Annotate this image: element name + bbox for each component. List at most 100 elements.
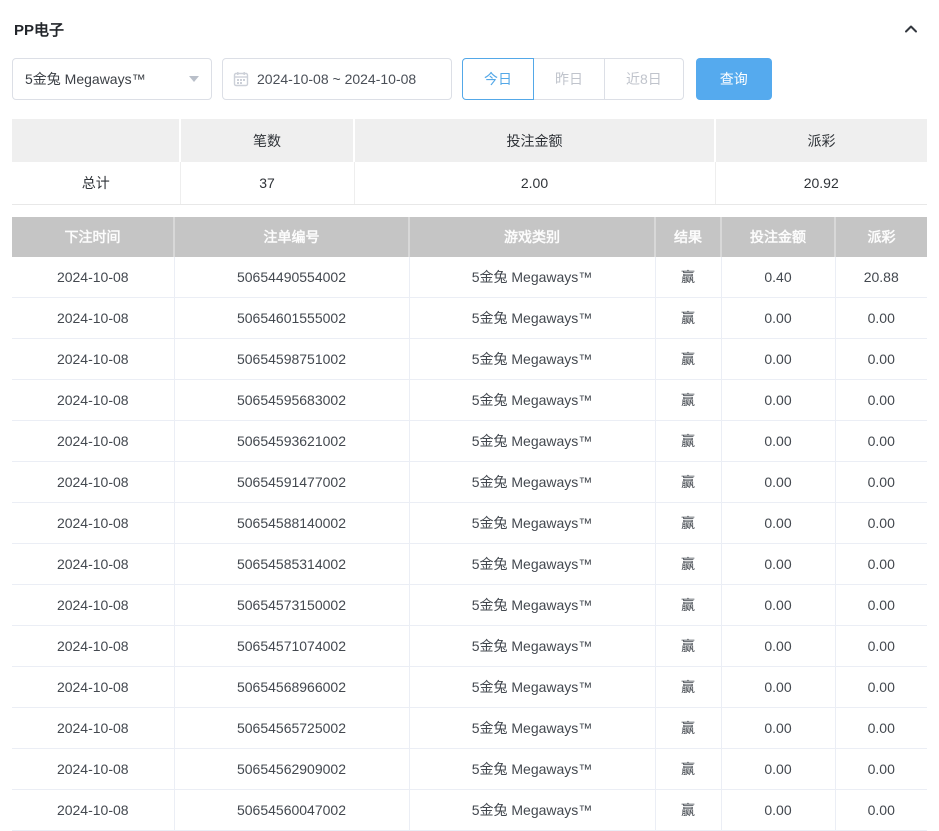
summary-header-count: 笔数 <box>180 119 354 162</box>
filter-controls: 5金兔 Megaways™ 2024-10-08 ~ 2024-10-08 今日… <box>12 58 927 100</box>
summary-header-bet-amount: 投注金额 <box>354 119 715 162</box>
game-category-cell: 5金兔 Megaways™ <box>409 790 655 831</box>
game-select-value: 5金兔 Megaways™ <box>25 69 146 89</box>
summary-header-payout: 派彩 <box>715 119 927 162</box>
bet-amount-cell: 0.00 <box>721 626 835 667</box>
bet-time-cell: 2024-10-08 <box>12 790 174 831</box>
bet-id-cell: 50654593621002 <box>174 421 409 462</box>
result-cell: 赢 <box>655 708 721 749</box>
bet-amount-cell: 0.00 <box>721 298 835 339</box>
bet-time-cell: 2024-10-08 <box>12 544 174 585</box>
bet-amount-cell: 0.00 <box>721 380 835 421</box>
result-cell: 赢 <box>655 544 721 585</box>
result-cell: 赢 <box>655 626 721 667</box>
game-category-cell: 5金兔 Megaways™ <box>409 544 655 585</box>
bet-id-cell: 50654565725002 <box>174 708 409 749</box>
table-row: 2024-10-08506545657250025金兔 Megaways™赢0.… <box>12 708 927 749</box>
bet-id-cell: 50654560047002 <box>174 790 409 831</box>
records-header-payout: 派彩 <box>835 217 927 257</box>
table-row: 2024-10-08506545987510025金兔 Megaways™赢0.… <box>12 339 927 380</box>
game-category-cell: 5金兔 Megaways™ <box>409 380 655 421</box>
summary-table: 笔数 投注金额 派彩 总计 37 2.00 20.92 <box>12 119 927 205</box>
records-table-body: 2024-10-08506544905540025金兔 Megaways™赢0.… <box>12 257 927 831</box>
payout-cell: 0.00 <box>835 339 927 380</box>
collapse-panel-button[interactable] <box>897 17 925 41</box>
bet-time-cell: 2024-10-08 <box>12 462 174 503</box>
summary-total-row: 总计 37 2.00 20.92 <box>12 162 927 205</box>
bet-amount-cell: 0.00 <box>721 462 835 503</box>
bet-amount-cell: 0.00 <box>721 667 835 708</box>
bet-time-cell: 2024-10-08 <box>12 667 174 708</box>
game-category-cell: 5金兔 Megaways™ <box>409 585 655 626</box>
bet-time-cell: 2024-10-08 <box>12 421 174 462</box>
bet-time-cell: 2024-10-08 <box>12 380 174 421</box>
bet-id-cell: 50654591477002 <box>174 462 409 503</box>
date-range-value: 2024-10-08 ~ 2024-10-08 <box>257 71 416 87</box>
betting-records-panel: PP电子 5金兔 Megaways™ 2024 <box>0 0 939 831</box>
result-cell: 赢 <box>655 790 721 831</box>
bet-amount-cell: 0.00 <box>721 708 835 749</box>
payout-cell: 20.88 <box>835 257 927 298</box>
payout-cell: 0.00 <box>835 790 927 831</box>
result-cell: 赢 <box>655 380 721 421</box>
game-category-cell: 5金兔 Megaways™ <box>409 257 655 298</box>
records-header-result: 结果 <box>655 217 721 257</box>
game-category-cell: 5金兔 Megaways™ <box>409 667 655 708</box>
result-cell: 赢 <box>655 298 721 339</box>
table-row: 2024-10-08506545629090025金兔 Megaways™赢0.… <box>12 749 927 790</box>
bet-time-cell: 2024-10-08 <box>12 257 174 298</box>
records-header-game-category: 游戏类别 <box>409 217 655 257</box>
payout-cell: 0.00 <box>835 298 927 339</box>
table-row: 2024-10-08506545600470025金兔 Megaways™赢0.… <box>12 790 927 831</box>
bet-amount-cell: 0.00 <box>721 421 835 462</box>
bet-amount-cell: 0.00 <box>721 790 835 831</box>
bet-amount-cell: 0.00 <box>721 585 835 626</box>
bet-id-cell: 50654588140002 <box>174 503 409 544</box>
table-row: 2024-10-08506545731500025金兔 Megaways™赢0.… <box>12 585 927 626</box>
game-category-cell: 5金兔 Megaways™ <box>409 749 655 790</box>
summary-total-count: 37 <box>180 162 354 205</box>
yesterday-button[interactable]: 昨日 <box>533 58 605 100</box>
records-table: 下注时间 注单编号 游戏类别 结果 投注金额 派彩 2024-10-085065… <box>12 217 927 831</box>
result-cell: 赢 <box>655 585 721 626</box>
result-cell: 赢 <box>655 667 721 708</box>
result-cell: 赢 <box>655 749 721 790</box>
search-button[interactable]: 查询 <box>696 58 772 100</box>
table-row: 2024-10-08506545710740025金兔 Megaways™赢0.… <box>12 626 927 667</box>
payout-cell: 0.00 <box>835 462 927 503</box>
today-button[interactable]: 今日 <box>462 58 534 100</box>
table-row: 2024-10-08506545914770025金兔 Megaways™赢0.… <box>12 462 927 503</box>
date-range-input[interactable]: 2024-10-08 ~ 2024-10-08 <box>222 58 452 100</box>
bet-id-cell: 50654571074002 <box>174 626 409 667</box>
table-row: 2024-10-08506545956830025金兔 Megaways™赢0.… <box>12 380 927 421</box>
result-cell: 赢 <box>655 462 721 503</box>
payout-cell: 0.00 <box>835 380 927 421</box>
quick-date-button-group: 今日 昨日 近8日 <box>462 58 684 100</box>
table-row: 2024-10-08506545853140025金兔 Megaways™赢0.… <box>12 544 927 585</box>
bet-id-cell: 50654568966002 <box>174 667 409 708</box>
bet-time-cell: 2024-10-08 <box>12 298 174 339</box>
summary-total-label: 总计 <box>12 162 180 205</box>
bet-amount-cell: 0.40 <box>721 257 835 298</box>
summary-total-payout: 20.92 <box>715 162 927 205</box>
bet-id-cell: 50654601555002 <box>174 298 409 339</box>
bet-id-cell: 50654598751002 <box>174 339 409 380</box>
calendar-icon <box>233 71 249 87</box>
result-cell: 赢 <box>655 503 721 544</box>
game-category-cell: 5金兔 Megaways™ <box>409 462 655 503</box>
game-select[interactable]: 5金兔 Megaways™ <box>12 58 212 100</box>
table-row: 2024-10-08506545689660025金兔 Megaways™赢0.… <box>12 667 927 708</box>
chevron-up-icon <box>903 21 919 37</box>
bet-amount-cell: 0.00 <box>721 544 835 585</box>
game-category-cell: 5金兔 Megaways™ <box>409 298 655 339</box>
bet-time-cell: 2024-10-08 <box>12 585 174 626</box>
table-row: 2024-10-08506544905540025金兔 Megaways™赢0.… <box>12 257 927 298</box>
bet-time-cell: 2024-10-08 <box>12 749 174 790</box>
bet-amount-cell: 0.00 <box>721 503 835 544</box>
game-category-cell: 5金兔 Megaways™ <box>409 339 655 380</box>
bet-id-cell: 50654585314002 <box>174 544 409 585</box>
bet-time-cell: 2024-10-08 <box>12 503 174 544</box>
records-header-bet-time: 下注时间 <box>12 217 174 257</box>
last-8-days-button[interactable]: 近8日 <box>604 58 684 100</box>
summary-header-blank <box>12 119 180 162</box>
